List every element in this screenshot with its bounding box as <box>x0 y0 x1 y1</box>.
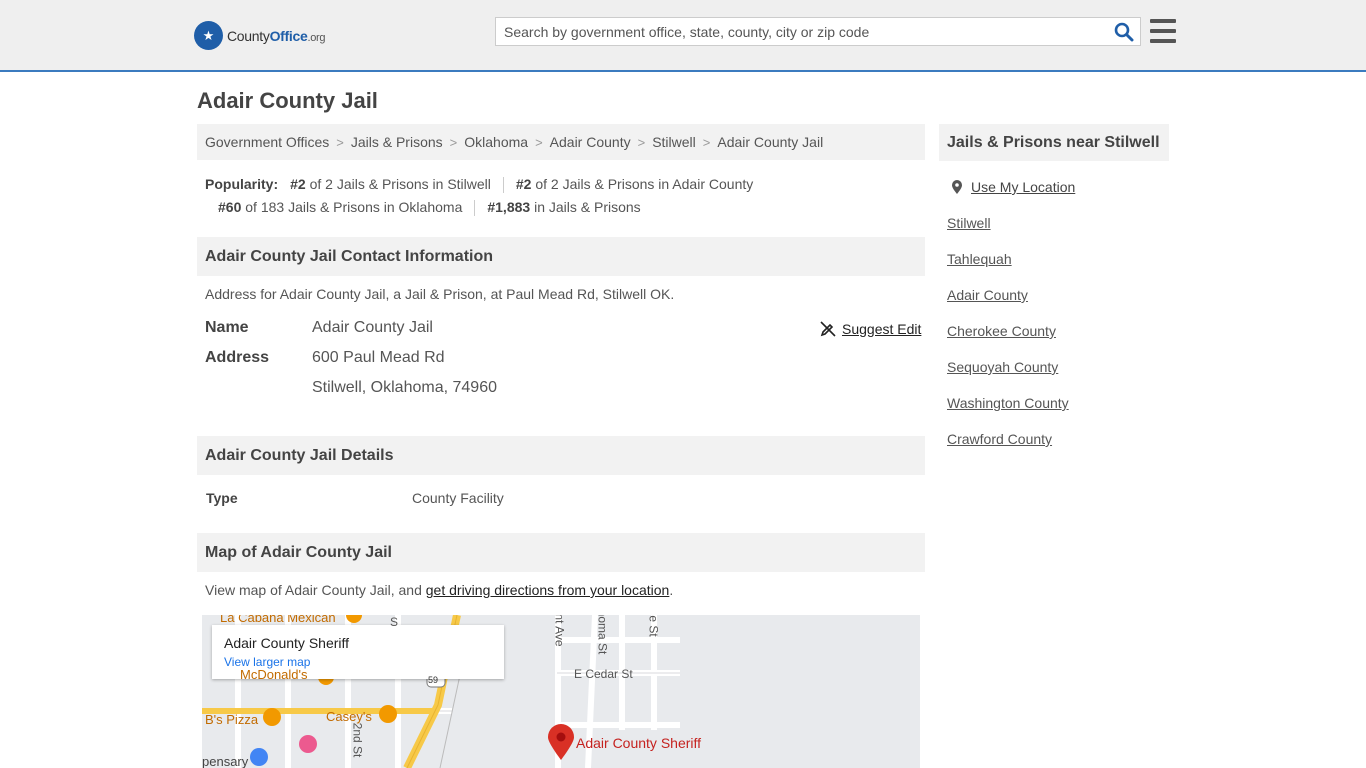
nearby-link-cherokee-county[interactable]: Cherokee County <box>947 321 1069 357</box>
logo-text-tld: .org <box>307 31 326 44</box>
popularity-rank-state-text: of 183 Jails & Prisons in Oklahoma <box>241 199 463 215</box>
popularity-rank-city: #2 of 2 Jails & Prisons in Stilwell <box>290 173 491 196</box>
map-poi-caseys: Casey's <box>326 709 372 724</box>
map-street-2nd: 2nd St <box>350 722 365 758</box>
nearby-link-washington-county[interactable]: Washington County <box>947 393 1069 429</box>
chevron-right-icon: > <box>637 134 646 150</box>
popularity-rank-national-text: in Jails & Prisons <box>530 199 641 215</box>
nearby-links-list: Stilwell Tahlequah Adair County Cherokee… <box>947 213 1069 465</box>
address-line1: 600 Paul Mead Rd <box>312 349 445 366</box>
breadcrumb-jails-prisons[interactable]: Jails & Prisons <box>351 134 443 150</box>
embedded-map[interactable]: Adair County Sheriff View larger map La … <box>202 615 920 768</box>
breadcrumb-stilwell[interactable]: Stilwell <box>652 134 696 150</box>
nearby-link-sequoyah-county[interactable]: Sequoyah County <box>947 357 1069 393</box>
popularity-rank-national-value: #1,883 <box>487 199 531 215</box>
map-description-prefix: View map of Adair County Jail, and <box>205 582 426 598</box>
page-title: Adair County Jail <box>197 88 378 113</box>
map-poi-mcdonalds: McDonald's <box>240 667 308 682</box>
breadcrumb-adair-county[interactable]: Adair County <box>550 134 631 150</box>
map-description-suffix: . <box>669 582 674 598</box>
search-button[interactable] <box>1108 18 1140 45</box>
chevron-right-icon: > <box>535 134 543 150</box>
nearby-link-adair-county[interactable]: Adair County <box>947 285 1069 321</box>
name-value: Adair County Jail <box>312 319 433 336</box>
map-poi-bs-pizza: B's Pizza <box>205 712 259 727</box>
breadcrumb-government-offices[interactable]: Government Offices <box>205 134 329 150</box>
nearby-link-tahlequah[interactable]: Tahlequah <box>947 249 1069 285</box>
popularity-rank-state-value: #60 <box>218 199 242 215</box>
divider <box>474 199 476 216</box>
type-label: Type <box>206 490 238 506</box>
popularity-rank-city-value: #2 <box>290 176 306 192</box>
popularity-rank-county-value: #2 <box>515 176 532 192</box>
breadcrumb-oklahoma[interactable]: Oklahoma <box>464 134 528 150</box>
map-pin-label: Adair County Sheriff <box>576 735 702 751</box>
popularity-block: Popularity: #2 of 2 Jails & Prisons in S… <box>205 173 925 219</box>
nearby-link-crawford-county[interactable]: Crawford County <box>947 429 1069 465</box>
name-label: Name <box>205 319 249 336</box>
map-street-s: S <box>390 615 399 629</box>
map-route-shield: 59 <box>428 675 439 685</box>
edit-off-icon <box>820 321 836 337</box>
map-street-e-st: e St <box>646 615 661 637</box>
details-section-heading: Adair County Jail Details <box>197 436 925 475</box>
logo-text: CountyOffice.org <box>227 27 326 44</box>
contact-section-heading: Adair County Jail Contact Information <box>197 237 925 276</box>
chevron-right-icon: > <box>449 134 458 150</box>
logo-text-bold: Office <box>269 27 308 44</box>
map-description: View map of Adair County Jail, and get d… <box>205 582 673 598</box>
eagle-logo-icon: ★ <box>194 21 223 50</box>
map-street-state-ave: nt Ave <box>552 615 567 647</box>
logo-text-main: County <box>227 27 270 44</box>
driving-directions-link[interactable]: get driving directions from your locatio… <box>426 582 670 598</box>
site-header: ★ CountyOffice.org <box>0 0 1366 72</box>
popularity-rank-county: #2 of 2 Jails & Prisons in Adair County <box>516 173 753 196</box>
breadcrumb: Government Offices > Jails & Prisons > O… <box>197 124 925 160</box>
map-card-title: Adair County Sheriff <box>224 635 350 651</box>
map-street-cedar: E Cedar St <box>574 667 633 681</box>
divider <box>502 176 504 193</box>
site-logo[interactable]: ★ CountyOffice.org <box>194 21 326 50</box>
map-poi-dispensary: pensary <box>202 754 249 768</box>
contact-description: Address for Adair County Jail, a Jail & … <box>205 286 675 302</box>
type-value: County Facility <box>412 490 504 506</box>
nearby-link-stilwell[interactable]: Stilwell <box>947 213 1069 249</box>
search-input[interactable] <box>496 18 1108 45</box>
map-street-oklahoma: homa St <box>595 615 610 655</box>
location-pin-icon <box>952 180 962 194</box>
suggest-edit-link[interactable]: Suggest Edit <box>820 321 921 337</box>
use-my-location-link[interactable]: Use My Location <box>951 179 1075 195</box>
use-my-location-label: Use My Location <box>971 179 1076 195</box>
suggest-edit-label: Suggest Edit <box>842 321 922 337</box>
popularity-rank-city-text: of 2 Jails & Prisons in Stilwell <box>305 176 491 192</box>
map-section-heading: Map of Adair County Jail <box>197 533 925 572</box>
breadcrumb-current: Adair County Jail <box>717 134 824 150</box>
search-bar <box>495 17 1141 46</box>
sidebar-heading: Jails & Prisons near Stilwell <box>939 124 1169 161</box>
search-icon <box>1114 22 1134 41</box>
popularity-rank-national: #1,883 in Jails & Prisons <box>487 196 640 219</box>
map-poi-mexican: La Cabana Mexican <box>220 615 336 625</box>
popularity-rank-state: #60 of 183 Jails & Prisons in Oklahoma <box>218 196 462 219</box>
hamburger-menu-icon[interactable] <box>1150 19 1176 43</box>
address-label: Address <box>205 349 270 366</box>
address-line2: Stilwell, Oklahoma, 74960 <box>312 379 497 396</box>
popularity-label: Popularity: <box>205 176 279 192</box>
chevron-right-icon: > <box>336 134 344 150</box>
chevron-right-icon: > <box>702 134 711 150</box>
popularity-rank-county-text: of 2 Jails & Prisons in Adair County <box>531 176 754 192</box>
